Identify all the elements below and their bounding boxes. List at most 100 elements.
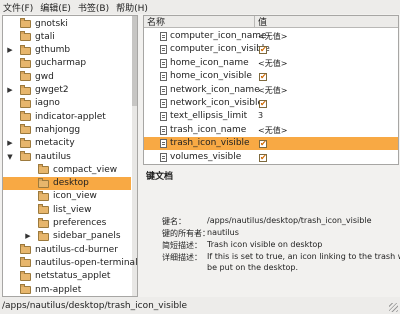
key-row[interactable]: trash_icon_name <无值> [144, 124, 398, 137]
key-row[interactable]: volumes_visible ✔ [144, 151, 398, 164]
value-checkbox[interactable]: ✔ [259, 46, 267, 55]
tree-item[interactable]: preferences [3, 217, 131, 230]
tree-item-label: gwd [35, 71, 54, 82]
tree-item[interactable]: gnotski [3, 17, 131, 30]
key-value[interactable]: <无值> [258, 58, 287, 69]
menubar: 文件(F) 编辑(E) 书签(B) 帮助(H) [0, 0, 400, 14]
key-document-icon [160, 58, 167, 68]
tree-item-label: gwget2 [35, 85, 69, 95]
tree-item[interactable]: gwd [3, 70, 131, 83]
doc-short-label: 简短描述： [162, 241, 202, 250]
folder-icon [20, 244, 31, 255]
expander-closed-icon[interactable]: ▶ [6, 46, 14, 54]
tree-item[interactable]: ▶ metacity [3, 137, 131, 150]
expander-open-icon[interactable]: ▼ [6, 153, 14, 161]
key-value[interactable]: <无值> [258, 85, 287, 96]
tree-item[interactable]: ▼ nautilus [3, 150, 131, 163]
tree-item-label: sidebar_panels [53, 231, 121, 242]
folder-icon [38, 217, 49, 228]
tree-scrollbar[interactable] [132, 16, 137, 296]
key-document-icon [160, 112, 167, 122]
key-name: network_icon_visible [170, 98, 263, 108]
resize-grip-icon[interactable] [389, 303, 398, 312]
folder-icon [20, 270, 31, 281]
key-name: trash_icon_name [170, 124, 247, 135]
folder-icon [20, 18, 31, 28]
key-document-icon [160, 99, 167, 108]
tree-item[interactable]: icon_view [3, 190, 131, 203]
tree-item[interactable]: netstatus_applet [3, 270, 131, 283]
key-name: home_icon_name [170, 57, 249, 68]
docs-title: 键文档 [146, 172, 174, 182]
folder-icon [20, 31, 31, 42]
folder-icon [20, 71, 31, 82]
tree-item-label: gnotski [35, 18, 68, 29]
folder-icon [38, 204, 49, 215]
tree-item-label: metacity [35, 138, 75, 149]
tree-item[interactable]: indicator-applet [3, 110, 131, 123]
folder-icon [20, 97, 31, 108]
menu-help[interactable]: 帮助(H) [113, 1, 152, 14]
directory-tree[interactable]: gnotski gtali ▶ gthumb gucharmap gwd ▶ gwget2 ia… [2, 15, 138, 297]
folder-icon [38, 230, 49, 241]
key-name: computer_icon_visible [170, 44, 270, 55]
tree-item-label: gthumb [35, 45, 71, 56]
menu-file[interactable]: 文件(F) [0, 1, 37, 14]
tree-item[interactable]: nm-applet [3, 283, 131, 296]
tree-item[interactable]: desktop [3, 176, 131, 190]
tree-item[interactable]: gucharmap [3, 57, 131, 70]
value-checkbox[interactable]: ✔ [259, 140, 267, 149]
tree-item[interactable]: nautilus-cd-burner [3, 243, 131, 256]
expander-closed-icon[interactable]: ▶ [6, 86, 14, 94]
statusbar-path: /apps/nautilus/desktop/trash_icon_visibl… [2, 300, 188, 311]
menu-bookmarks[interactable]: 书签(B) [75, 1, 113, 14]
key-row[interactable]: computer_icon_visible ✔ [144, 43, 398, 56]
expander-closed-icon[interactable]: ▶ [24, 232, 32, 240]
column-header-value[interactable]: 值 [255, 16, 398, 28]
key-value[interactable]: 3 [258, 111, 263, 120]
tree-item[interactable]: compact_view [3, 163, 131, 176]
tree-item-label: mahjongg [35, 124, 81, 135]
tree-item-label: compact_view [53, 164, 118, 175]
key-document-icon [160, 85, 167, 95]
folder-icon [20, 137, 31, 148]
tree-item[interactable]: nautilus-open-terminal [3, 256, 137, 269]
tree-item[interactable]: ▶ gthumb [3, 44, 131, 57]
key-row[interactable]: home_icon_visible ✔ [144, 70, 398, 83]
key-row[interactable]: text_ellipsis_limit 3 [144, 110, 398, 123]
key-row[interactable]: computer_icon_name <无值> [144, 30, 398, 43]
keys-table[interactable]: 名称 值 computer_icon_name <无值> computer_icon… [143, 15, 399, 165]
menu-edit[interactable]: 编辑(E) [37, 1, 75, 14]
key-document-icon [160, 32, 167, 41]
tree-item-label: nm-applet [35, 284, 82, 295]
tree-item[interactable]: list_view [3, 203, 131, 216]
folder-icon [20, 257, 31, 268]
folder-icon [20, 57, 31, 68]
tree-scroll-thumb[interactable] [132, 16, 137, 106]
tree-item[interactable]: mahjongg [3, 123, 131, 136]
key-name: computer_icon_name [170, 31, 267, 41]
key-name: home_icon_visible [170, 71, 252, 82]
key-value[interactable]: <无值> [258, 125, 287, 136]
value-checkbox[interactable]: ✔ [259, 153, 267, 162]
tree-item[interactable]: iagno [3, 97, 131, 110]
tree-item-label: desktop [53, 178, 89, 189]
value-checkbox[interactable]: ✔ [259, 73, 267, 82]
key-document-icon [160, 45, 167, 55]
key-row[interactable]: network_icon_name <无值> [144, 84, 398, 97]
key-row[interactable]: network_icon_visible ✔ [144, 97, 398, 110]
key-row[interactable]: home_icon_name <无值> [144, 57, 398, 70]
tree-item[interactable]: gtali [3, 30, 131, 43]
tree-item-label: nautilus-cd-burner [35, 244, 118, 255]
tree-item[interactable]: ▶ sidebar_panels [3, 230, 131, 243]
column-header-name[interactable]: 名称 [144, 16, 255, 28]
expander-closed-icon[interactable]: ▶ [6, 139, 14, 147]
doc-key-label: 键名： [162, 217, 186, 226]
doc-key-value: /apps/nautilus/desktop/trash_icon_visibl… [207, 216, 372, 225]
key-row[interactable]: trash_icon_visible ✔ [144, 137, 398, 151]
value-checkbox[interactable]: ✔ [259, 100, 267, 108]
key-value[interactable]: <无值> [258, 31, 287, 42]
doc-short-value: Trash icon visible on desktop [207, 240, 323, 249]
tree-item[interactable]: ▶ gwget2 [3, 84, 131, 97]
folder-icon [20, 151, 31, 161]
